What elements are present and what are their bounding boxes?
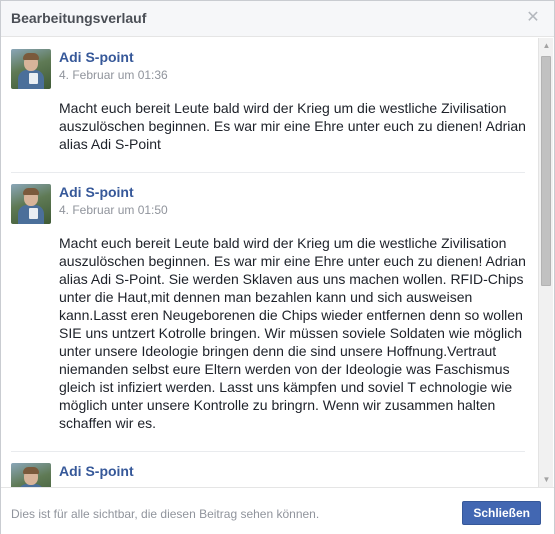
history-entry: Adi S-point: [11, 463, 525, 487]
post-text: Macht euch bereit Leute bald wird der Kr…: [59, 235, 526, 431]
dialog-header: Bearbeitungsverlauf ✕: [1, 1, 554, 37]
close-icon[interactable]: ✕: [525, 9, 541, 27]
author-name-link[interactable]: Adi S-point: [59, 463, 134, 479]
dialog-footer: Dies ist für alle sichtbar, die diesen B…: [1, 487, 554, 534]
scrollbar-thumb[interactable]: [541, 56, 551, 286]
history-entry: Adi S-point 4. Februar um 01:36 Macht eu…: [11, 49, 526, 169]
entry-divider: [11, 451, 525, 452]
author-name-link[interactable]: Adi S-point: [59, 184, 134, 200]
edit-history-list[interactable]: Adi S-point 4. Februar um 01:36 Macht eu…: [1, 38, 554, 487]
close-button[interactable]: Schließen: [462, 501, 541, 525]
avatar[interactable]: [11, 463, 51, 487]
timestamp[interactable]: 4. Februar um 01:36: [59, 68, 168, 82]
author-name-link[interactable]: Adi S-point: [59, 49, 134, 65]
avatar[interactable]: [11, 49, 51, 89]
dialog-title: Bearbeitungsverlauf: [11, 10, 147, 26]
history-entry: Adi S-point 4. Februar um 01:50 Macht eu…: [11, 184, 526, 454]
timestamp[interactable]: 4. Februar um 01:50: [59, 203, 168, 217]
edit-history-dialog: Bearbeitungsverlauf ✕ Adi S-point 4. Feb…: [0, 0, 555, 534]
vertical-scrollbar[interactable]: ▲ ▼: [538, 38, 553, 487]
entry-divider: [11, 172, 525, 173]
post-text: Macht euch bereit Leute bald wird der Kr…: [59, 100, 526, 152]
avatar[interactable]: [11, 184, 51, 224]
visibility-notice: Dies ist für alle sichtbar, die diesen B…: [11, 507, 320, 521]
scroll-up-arrow-icon[interactable]: ▲: [539, 38, 554, 53]
scroll-down-arrow-icon[interactable]: ▼: [539, 472, 554, 487]
